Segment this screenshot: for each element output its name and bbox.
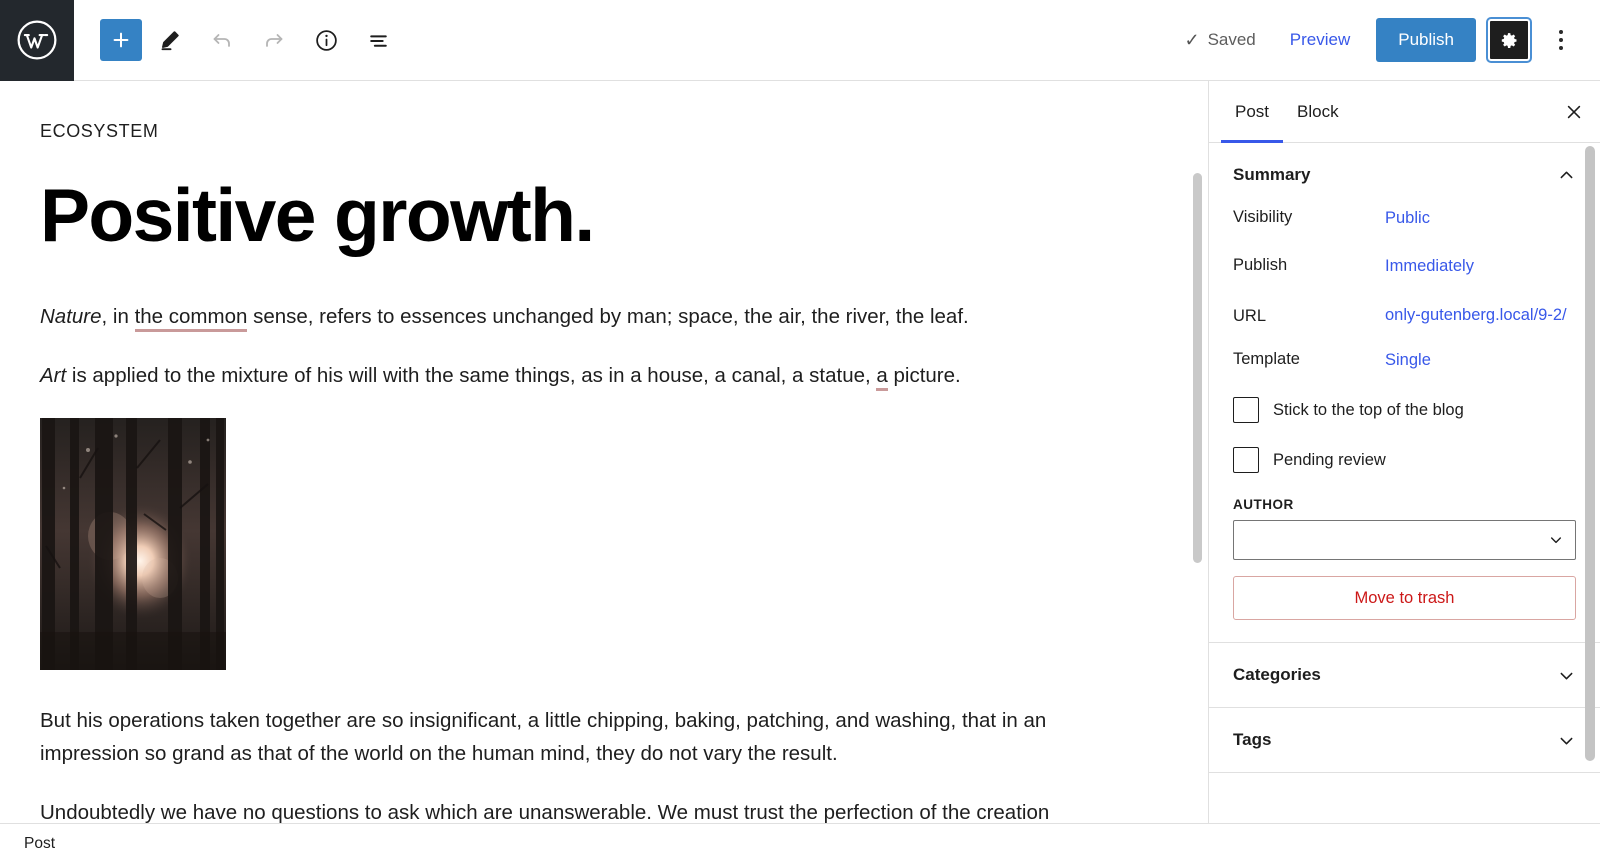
- redo-button[interactable]: [250, 16, 298, 64]
- move-to-trash-button[interactable]: Move to trash: [1233, 576, 1576, 620]
- url-value-button[interactable]: only-gutenberg.local/9-2/: [1385, 304, 1576, 327]
- editor-status-bar: Post: [0, 823, 1600, 863]
- publish-date-label: Publish: [1233, 256, 1288, 274]
- paragraph-block-1[interactable]: Nature, in the common sense, refers to e…: [40, 300, 1060, 333]
- p1-before: , in: [101, 304, 135, 328]
- add-block-button[interactable]: [100, 19, 142, 61]
- publish-date-value-button[interactable]: Immediately: [1385, 255, 1576, 278]
- image-block[interactable]: [40, 417, 1060, 670]
- chevron-up-icon: [1560, 171, 1573, 178]
- post-title-block[interactable]: Positive growth.: [40, 175, 1060, 256]
- close-x-icon: [1567, 105, 1581, 118]
- summary-panel-header[interactable]: Summary: [1209, 143, 1600, 207]
- tags-panel-header[interactable]: Tags: [1209, 708, 1600, 772]
- sticky-post-label[interactable]: Stick to the top of the blog: [1273, 401, 1464, 420]
- settings-sidebar: Post Block Summary Visibility Public Pub…: [1208, 81, 1600, 823]
- details-info-button[interactable]: [302, 16, 350, 64]
- editor-body: ECOSYSTEM Positive growth. Nature, in th…: [0, 81, 1600, 823]
- summary-row-publish: Publish Immediately: [1233, 255, 1576, 281]
- publish-button[interactable]: Publish: [1376, 18, 1476, 62]
- spellcheck-underline-a: a: [876, 363, 888, 391]
- p2-after: picture.: [887, 363, 961, 387]
- post-content: ECOSYSTEM Positive growth. Nature, in th…: [0, 121, 1120, 823]
- visibility-value-button[interactable]: Public: [1385, 207, 1576, 230]
- pending-review-row: Pending review: [1233, 447, 1576, 473]
- spellcheck-underline-the-common: the common: [134, 304, 248, 332]
- gear-settings-icon: [1501, 32, 1516, 48]
- sticky-post-checkbox[interactable]: [1233, 397, 1259, 423]
- sticky-post-row: Stick to the top of the blog: [1233, 397, 1576, 423]
- saved-check-icon: ✓: [1184, 30, 1200, 50]
- author-field-label: AUTHOR: [1233, 497, 1294, 512]
- paragraph-block-4[interactable]: Undoubtedly we have no questions to ask …: [40, 796, 1060, 823]
- sidebar-tab-bar: Post Block: [1209, 81, 1600, 143]
- p1-after: sense, refers to essences unchanged by m…: [247, 304, 969, 328]
- emphasis-nature: Nature: [40, 304, 102, 328]
- categories-panel-header[interactable]: Categories: [1209, 643, 1600, 707]
- visibility-label: Visibility: [1233, 208, 1293, 226]
- tags-panel: Tags: [1209, 708, 1600, 773]
- summary-row-template: Template Single: [1233, 349, 1576, 375]
- toolbar-left-group: [74, 16, 402, 64]
- post-eyebrow-block[interactable]: ECOSYSTEM: [40, 121, 1060, 142]
- kebab-more-options-icon: [1559, 30, 1563, 50]
- summary-row-url: URL only-gutenberg.local/9-2/: [1233, 303, 1576, 329]
- breadcrumb[interactable]: Post: [24, 835, 55, 853]
- author-select-wrapper: [1233, 520, 1576, 560]
- sidebar-scrollbar-thumb[interactable]: [1585, 146, 1595, 761]
- summary-row-visibility: Visibility Public: [1233, 207, 1576, 233]
- categories-panel: Categories: [1209, 643, 1600, 708]
- author-select[interactable]: [1233, 520, 1576, 560]
- wordpress-block-editor: ✓ Saved Preview Publish ECOSYSTEM Positi…: [0, 0, 1600, 863]
- edit-mode-button[interactable]: [146, 16, 194, 64]
- list-view-button[interactable]: [354, 16, 402, 64]
- summary-panel-title: Summary: [1233, 165, 1311, 184]
- forest-sunlight-image: [40, 417, 226, 670]
- editor-scrollbar-thumb[interactable]: [1193, 173, 1202, 563]
- editor-scrollbar[interactable]: [1193, 81, 1202, 823]
- tab-block[interactable]: Block: [1283, 82, 1353, 142]
- editor-top-toolbar: ✓ Saved Preview Publish: [0, 0, 1600, 81]
- chevron-down-icon: [1560, 672, 1573, 679]
- pending-review-label[interactable]: Pending review: [1273, 451, 1386, 470]
- more-options-button[interactable]: [1540, 19, 1582, 61]
- template-value-button[interactable]: Single: [1385, 349, 1576, 372]
- sidebar-scroll-area: Summary Visibility Public Publish Immedi…: [1209, 143, 1600, 823]
- sidebar-scrollbar[interactable]: [1585, 143, 1595, 823]
- saved-status-indicator[interactable]: ✓ Saved: [1168, 30, 1271, 50]
- wordpress-logo-icon[interactable]: [0, 0, 74, 81]
- toolbar-right-group: ✓ Saved Preview Publish: [1168, 17, 1600, 63]
- summary-panel-body: Visibility Public Publish Immediately UR…: [1209, 207, 1600, 642]
- tab-post[interactable]: Post: [1221, 82, 1284, 143]
- editor-canvas-region: ECOSYSTEM Positive growth. Nature, in th…: [0, 81, 1208, 823]
- categories-panel-title: Categories: [1233, 665, 1321, 684]
- settings-sidebar-toggle-button[interactable]: [1486, 17, 1532, 63]
- tags-panel-title: Tags: [1233, 730, 1272, 749]
- pending-review-checkbox[interactable]: [1233, 447, 1259, 473]
- preview-button[interactable]: Preview: [1272, 20, 1368, 60]
- close-sidebar-button[interactable]: [1552, 90, 1596, 134]
- paragraph-block-2[interactable]: Art is applied to the mixture of his wil…: [40, 359, 1060, 392]
- summary-panel: Summary Visibility Public Publish Immedi…: [1209, 143, 1600, 643]
- undo-button[interactable]: [198, 16, 246, 64]
- emphasis-art: Art: [40, 363, 67, 387]
- template-label: Template: [1233, 350, 1300, 368]
- editor-canvas[interactable]: ECOSYSTEM Positive growth. Nature, in th…: [0, 81, 1208, 823]
- url-label: URL: [1233, 306, 1267, 325]
- p2-before: is applied to the mixture of his will wi…: [66, 363, 877, 387]
- saved-status-label: Saved: [1207, 30, 1256, 49]
- chevron-down-icon: [1560, 737, 1573, 744]
- paragraph-block-3[interactable]: But his operations taken together are so…: [40, 704, 1060, 770]
